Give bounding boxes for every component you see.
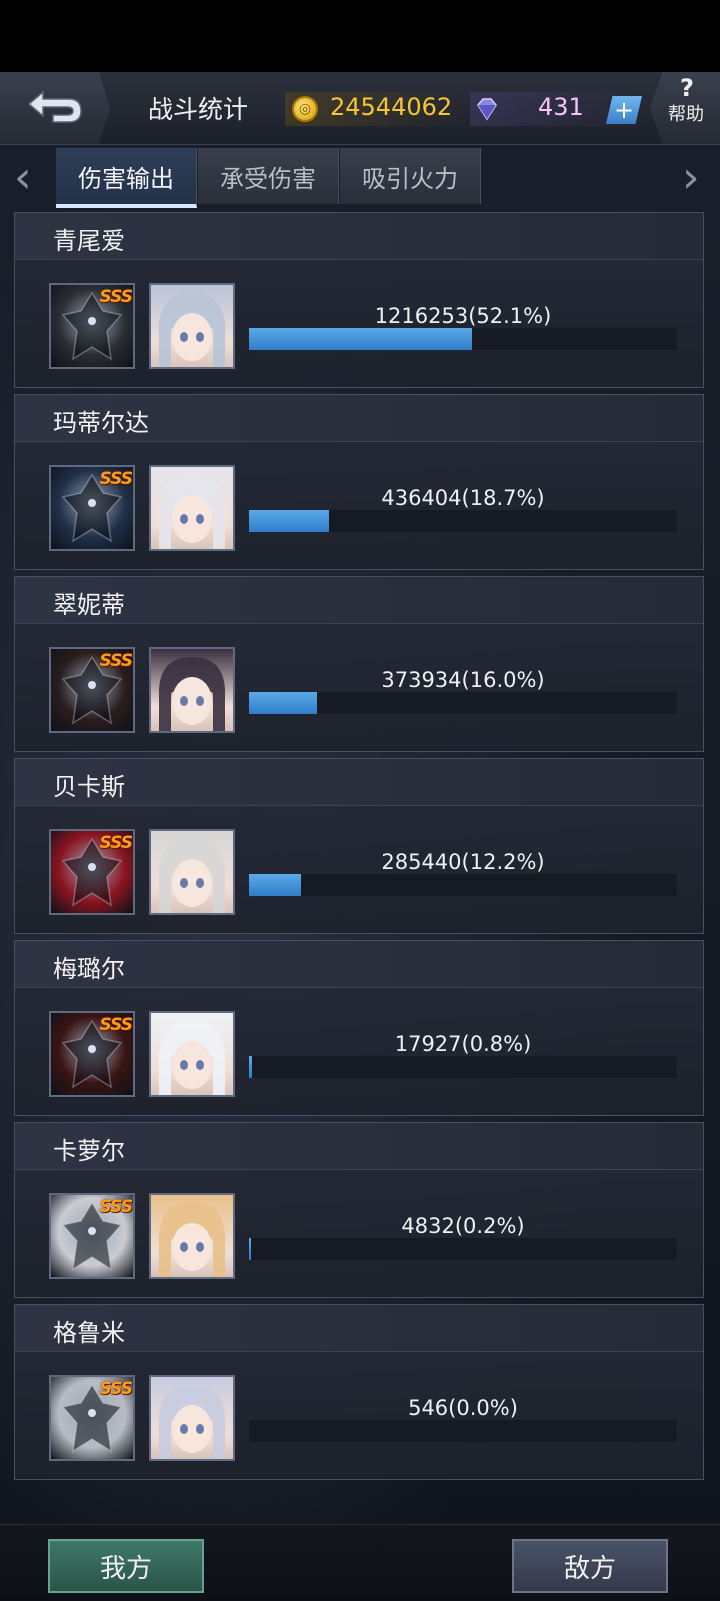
player-card: 卡萝尔 SSS 4832(0.2%) [14,1122,704,1298]
question-mark-icon: ? [680,74,694,102]
player-card-header: 梅璐尔 [15,941,703,988]
damage-bar [249,1056,677,1078]
gold-amount: 24544062 [330,93,453,121]
damage-bar-fill [249,1238,252,1260]
tab-draw-fire[interactable]: 吸引火力 [340,148,481,204]
tab-damage-taken[interactable]: 承受伤害 [198,148,339,204]
player-card-header: 翠妮蒂 [15,577,703,624]
gold-coin-icon: ◎ [292,96,318,122]
player-card-header: 格鲁米 [15,1305,703,1352]
status-bar [0,0,720,72]
player-name: 青尾爱 [53,227,125,255]
player-name: 卡萝尔 [53,1137,125,1165]
rank-badge: SSS [99,287,133,307]
damage-bar-fill [249,328,472,350]
pilot-portrait[interactable] [149,1193,235,1279]
player-card-header: 贝卡斯 [15,759,703,806]
damage-value: 546(0.0%) [408,1396,518,1420]
bottom-bar: 我方 敌方 [0,1524,720,1601]
damage-bar [249,510,677,532]
player-card: 梅璐尔 SSS 17927(0.8%) [14,940,704,1116]
player-card: 格鲁米 SSS 546(0.0%) [14,1304,704,1480]
damage-bar-fill [249,1056,253,1078]
damage-value: 17927(0.8%) [394,1032,532,1056]
our-side-button[interactable]: 我方 [48,1539,204,1593]
pilot-portrait[interactable] [149,283,235,369]
pilot-face-icon [159,1203,225,1277]
tab-bar: ‹ 伤害输出 承受伤害 吸引火力 › [0,146,720,208]
damage-bar-fill [249,874,302,896]
mecha-portrait[interactable]: SSS [49,647,135,733]
rank-badge: SSS [99,1015,133,1035]
pilot-portrait[interactable] [149,829,235,915]
mecha-portrait[interactable]: SSS [49,1193,135,1279]
rank-badge: SSS [99,1379,133,1399]
player-stats-list[interactable]: 青尾爱 SSS 1216253(52.1%) 玛蒂尔达 SSS 436404(1… [14,212,706,1486]
tab-prev-arrow-icon[interactable]: ‹ [14,152,32,203]
player-card: 翠妮蒂 SSS 373934(16.0%) [14,576,704,752]
rank-badge: SSS [99,833,133,853]
battle-stats-screen: 战斗统计 ◎ 24544062 431 + ? 帮助 ‹ 伤害输出 承受伤害 吸… [0,72,720,1601]
damage-bar [249,1420,677,1442]
help-button[interactable]: ? 帮助 [650,72,720,144]
player-name: 玛蒂尔达 [53,409,149,437]
pilot-face-icon [159,1021,225,1095]
damage-value: 373934(16.0%) [381,668,545,692]
player-name: 贝卡斯 [53,773,125,801]
pilot-face-icon [159,293,225,367]
diamond-icon [477,98,497,121]
back-arrow-icon [27,90,82,123]
page-title: 战斗统计 [148,95,249,124]
player-name: 梅璐尔 [53,955,125,983]
player-name: 翠妮蒂 [53,591,125,619]
tab-damage-output[interactable]: 伤害输出 [56,148,197,208]
mecha-portrait[interactable]: SSS [49,465,135,551]
damage-value: 285440(12.2%) [381,850,545,874]
mecha-portrait[interactable]: SSS [49,1011,135,1097]
gem-amount: 431 [538,93,584,121]
pilot-portrait[interactable] [149,1011,235,1097]
back-button[interactable] [0,72,110,144]
pilot-face-icon [159,657,225,731]
pilot-portrait[interactable] [149,1375,235,1461]
pilot-portrait[interactable] [149,465,235,551]
damage-bar [249,1238,677,1260]
player-name: 格鲁米 [53,1319,125,1347]
damage-value: 4832(0.2%) [401,1214,525,1238]
damage-bar [249,874,677,896]
pilot-face-icon [159,475,225,549]
pilot-face-icon [159,839,225,913]
damage-bar [249,692,677,714]
player-card: 贝卡斯 SSS 285440(12.2%) [14,758,704,934]
damage-bar-fill [249,510,330,532]
rank-badge: SSS [99,469,133,489]
enemy-side-button[interactable]: 敌方 [512,1539,668,1593]
player-card: 青尾爱 SSS 1216253(52.1%) [14,212,704,388]
help-label: 帮助 [668,104,704,125]
player-card: 玛蒂尔达 SSS 436404(18.7%) [14,394,704,570]
damage-bar-fill [249,692,318,714]
damage-value: 436404(18.7%) [381,486,545,510]
mecha-portrait[interactable]: SSS [49,829,135,915]
damage-value: 1216253(52.1%) [374,304,552,328]
rank-badge: SSS [99,651,133,671]
mecha-portrait[interactable]: SSS [49,283,135,369]
top-bar: 战斗统计 ◎ 24544062 431 + ? 帮助 [0,72,720,145]
rank-badge: SSS [99,1197,133,1217]
player-card-header: 青尾爱 [15,213,703,260]
damage-bar [249,328,677,350]
player-card-header: 玛蒂尔达 [15,395,703,442]
player-card-header: 卡萝尔 [15,1123,703,1170]
tab-next-arrow-icon[interactable]: › [682,152,700,203]
pilot-face-icon [159,1385,225,1459]
pilot-portrait[interactable] [149,647,235,733]
mecha-portrait[interactable]: SSS [49,1375,135,1461]
